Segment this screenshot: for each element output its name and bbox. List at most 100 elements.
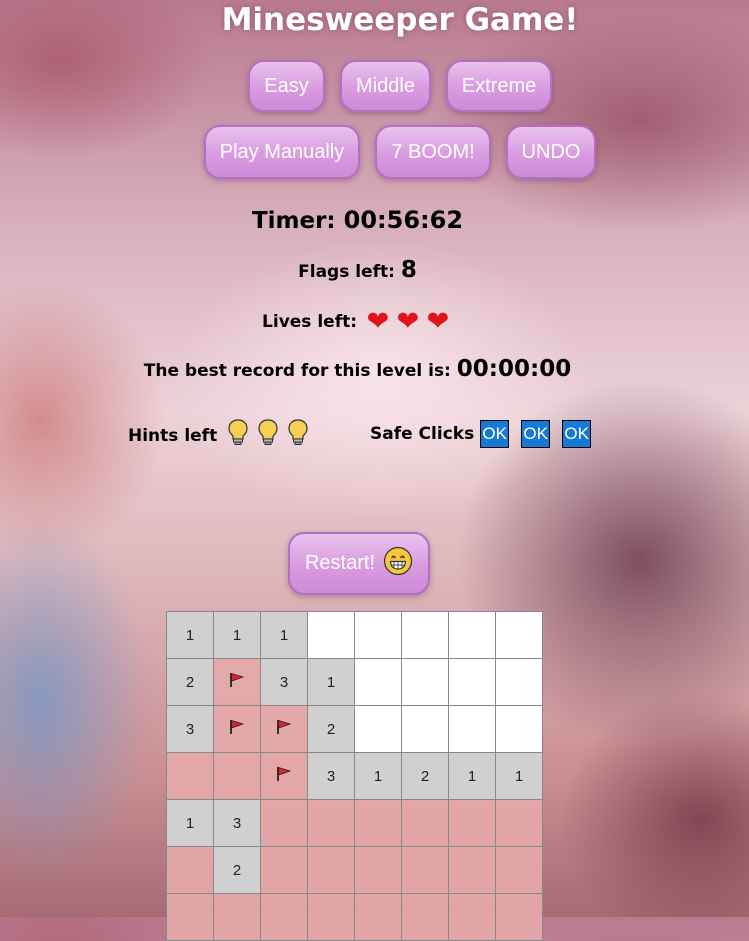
board-cell-hidden[interactable] xyxy=(448,799,496,847)
board-cell-empty[interactable] xyxy=(495,611,543,659)
board-cell-flagged[interactable] xyxy=(260,705,308,753)
board-cell-revealed[interactable]: 2 xyxy=(401,752,449,800)
board-cell-revealed[interactable]: 1 xyxy=(495,752,543,800)
lightbulb-icon[interactable] xyxy=(283,418,313,454)
board-cell-revealed[interactable]: 1 xyxy=(260,611,308,659)
board-cell-empty[interactable] xyxy=(495,705,543,753)
board-cell-revealed[interactable]: 2 xyxy=(166,658,214,706)
board-cell-hidden[interactable] xyxy=(307,799,355,847)
extreme-level-button[interactable]: Extreme xyxy=(446,60,552,112)
flag-icon xyxy=(228,719,246,740)
board-cell-empty[interactable] xyxy=(401,658,449,706)
board-cell-revealed[interactable]: 2 xyxy=(307,705,355,753)
board-cell-empty[interactable] xyxy=(448,611,496,659)
board-cell-revealed[interactable]: 3 xyxy=(260,658,308,706)
hints-label: Hints left xyxy=(128,426,218,446)
lives-label: Lives left: xyxy=(262,312,358,332)
board-cell-hidden[interactable] xyxy=(495,799,543,847)
board-cell-empty[interactable] xyxy=(401,611,449,659)
board-cell-hidden[interactable] xyxy=(307,893,355,941)
board-cell-hidden[interactable] xyxy=(354,799,402,847)
board-row: 231 xyxy=(166,658,543,706)
board-cell-empty[interactable] xyxy=(307,611,355,659)
board-cell-revealed[interactable]: 1 xyxy=(354,752,402,800)
heart-icon: ❤ xyxy=(396,306,420,337)
minesweeper-board: 1112313231211132 xyxy=(166,611,543,941)
board-cell-empty[interactable] xyxy=(401,705,449,753)
board-cell-hidden[interactable] xyxy=(448,893,496,941)
flag-icon xyxy=(228,672,246,693)
board-cell-hidden[interactable] xyxy=(166,893,214,941)
grinning-face-icon xyxy=(383,546,413,582)
board-cell-flagged[interactable] xyxy=(213,705,261,753)
best-record: The best record for this level is: 00:00… xyxy=(0,356,715,382)
board-cell-hidden[interactable] xyxy=(448,846,496,894)
board-cell-hidden[interactable] xyxy=(354,846,402,894)
board-cell-hidden[interactable] xyxy=(495,893,543,941)
seven-boom-button[interactable]: 7 BOOM! xyxy=(375,125,491,179)
lightbulb-icon[interactable] xyxy=(223,418,253,454)
flag-icon xyxy=(275,719,293,740)
board-cell-revealed[interactable]: 3 xyxy=(307,752,355,800)
easy-level-button[interactable]: Easy xyxy=(248,60,325,112)
board-cell-empty[interactable] xyxy=(354,611,402,659)
board-cell-revealed[interactable]: 1 xyxy=(166,799,214,847)
board-cell-revealed[interactable]: 1 xyxy=(448,752,496,800)
board-cell-hidden[interactable] xyxy=(401,846,449,894)
board-row: 13 xyxy=(166,799,543,847)
safe-click-ok-button[interactable]: OK xyxy=(521,420,551,448)
board-cell-hidden[interactable] xyxy=(260,893,308,941)
safe-click-ok-button[interactable]: OK xyxy=(562,420,592,448)
flag-icon xyxy=(275,766,293,787)
board-cell-hidden[interactable] xyxy=(401,799,449,847)
lives-left: Lives left: ❤ ❤ ❤ xyxy=(0,306,715,338)
board-cell-hidden[interactable] xyxy=(307,846,355,894)
board-row: 32 xyxy=(166,705,543,753)
board-cell-revealed[interactable]: 3 xyxy=(213,799,261,847)
board-cell-hidden[interactable] xyxy=(213,893,261,941)
lightbulb-icon[interactable] xyxy=(253,418,283,454)
safe-clicks-label: Safe Clicks xyxy=(370,424,475,444)
board-cell-revealed[interactable]: 2 xyxy=(213,846,261,894)
hints-bulbs xyxy=(223,419,313,446)
board-row: 111 xyxy=(166,611,543,659)
play-manually-button[interactable]: Play Manually xyxy=(204,125,360,179)
board-cell-hidden[interactable] xyxy=(401,893,449,941)
board-row xyxy=(166,893,543,941)
board-row: 31211 xyxy=(166,752,543,800)
board-cell-empty[interactable] xyxy=(448,705,496,753)
board-cell-flagged[interactable] xyxy=(213,658,261,706)
heart-icon: ❤ xyxy=(366,306,390,337)
board-cell-empty[interactable] xyxy=(448,658,496,706)
flags-value: 8 xyxy=(400,257,417,283)
board-cell-revealed[interactable]: 1 xyxy=(307,658,355,706)
restart-button[interactable]: Restart! xyxy=(288,532,430,595)
board-cell-hidden[interactable] xyxy=(260,799,308,847)
heart-icon: ❤ xyxy=(426,306,450,337)
undo-button[interactable]: UNDO xyxy=(506,125,596,179)
timer-label: Timer: xyxy=(251,208,336,234)
board-cell-revealed[interactable]: 3 xyxy=(166,705,214,753)
flags-label: Flags left: xyxy=(298,262,395,282)
board-cell-empty[interactable] xyxy=(495,658,543,706)
timer: Timer: 00:56:62 xyxy=(0,206,715,234)
page-title: Minesweeper Game! xyxy=(221,2,579,38)
board-cell-revealed[interactable]: 1 xyxy=(166,611,214,659)
board-cell-revealed[interactable]: 1 xyxy=(213,611,261,659)
flags-left: Flags left: 8 xyxy=(0,257,715,283)
board-cell-hidden[interactable] xyxy=(260,846,308,894)
safe-click-ok-button[interactable]: OK xyxy=(480,420,510,448)
board-cell-hidden[interactable] xyxy=(166,846,214,894)
board-cell-hidden[interactable] xyxy=(166,752,214,800)
board-cell-hidden[interactable] xyxy=(354,893,402,941)
board-cell-empty[interactable] xyxy=(354,705,402,753)
board-cell-empty[interactable] xyxy=(354,658,402,706)
lives-hearts: ❤ ❤ ❤ xyxy=(363,306,453,337)
board-row: 2 xyxy=(166,846,543,894)
safe-clicks-buttons: OK OK OK xyxy=(480,420,603,448)
board-cell-flagged[interactable] xyxy=(260,752,308,800)
record-value: 00:00:00 xyxy=(456,356,572,382)
middle-level-button[interactable]: Middle xyxy=(340,60,431,112)
board-cell-hidden[interactable] xyxy=(495,846,543,894)
board-cell-hidden[interactable] xyxy=(213,752,261,800)
